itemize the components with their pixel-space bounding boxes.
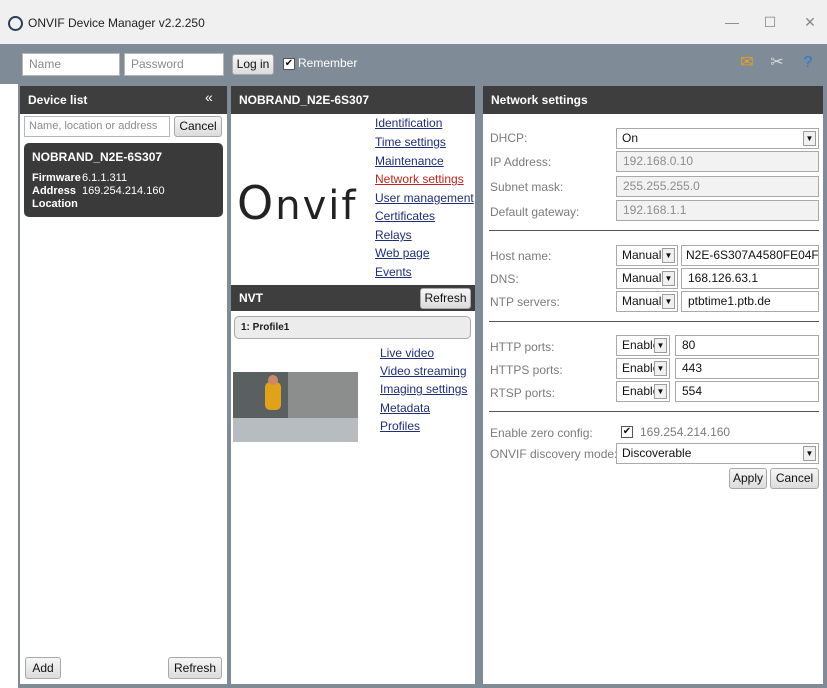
device-name: NOBRAND_N2E-6S307 xyxy=(32,150,163,164)
address-row: Address 169.254.214.160 xyxy=(32,185,165,197)
gateway-label: Default gateway: xyxy=(490,205,580,219)
location-row: Location xyxy=(32,198,78,210)
ntp-field[interactable]: ptbtime1.ptb.de xyxy=(681,291,819,312)
http-label: HTTP ports: xyxy=(490,340,555,354)
certificate-icon[interactable]: ✉ xyxy=(736,52,758,74)
minimize-button[interactable]: — xyxy=(720,12,744,32)
link-time-settings[interactable]: Time settings xyxy=(375,135,446,149)
tools-icon[interactable]: ✂ xyxy=(766,52,788,74)
http-port-field[interactable]: 80 xyxy=(675,335,819,356)
profile-row[interactable]: 1: Profile1 xyxy=(234,316,471,339)
discovery-label: ONVIF discovery mode: xyxy=(490,447,618,461)
help-icon[interactable]: ? xyxy=(797,52,819,74)
window-title: ONVIF Device Manager v2.2.250 xyxy=(28,16,205,30)
device-card[interactable]: NOBRAND_N2E-6S307 Firmware6.1.1.311 Addr… xyxy=(24,143,223,217)
link-metadata[interactable]: Metadata xyxy=(380,401,430,415)
dhcp-label: DHCP: xyxy=(490,131,528,145)
search-cancel-button[interactable]: Cancel xyxy=(174,116,222,137)
remember-label: Remember xyxy=(298,56,358,70)
nvt-refresh-button[interactable]: Refresh xyxy=(420,288,471,309)
link-video-streaming[interactable]: Video streaming xyxy=(380,364,467,378)
chevron-down-icon: ▼ xyxy=(654,338,667,353)
close-button[interactable]: ✕ xyxy=(798,12,822,32)
network-header: Network settings xyxy=(483,86,823,114)
divider xyxy=(489,321,819,322)
link-certificates[interactable]: Certificates xyxy=(375,209,435,223)
chevron-down-icon: ▼ xyxy=(662,294,675,309)
dns-label: DNS: xyxy=(490,272,519,286)
app-icon xyxy=(8,16,23,31)
link-web-page[interactable]: Web page xyxy=(375,246,430,260)
chevron-down-icon: ▼ xyxy=(654,384,667,399)
link-network-settings[interactable]: Network settings xyxy=(375,172,464,186)
zero-config-checkbox[interactable]: ✔ xyxy=(621,426,633,438)
discovery-mode-select[interactable]: Discoverable ▼ xyxy=(616,443,819,464)
onvif-logo: Onvif xyxy=(237,176,358,230)
gateway-field[interactable]: 192.168.1.1 xyxy=(616,200,819,221)
device-list-header: Device list xyxy=(20,86,227,114)
zero-config-label: Enable zero config: xyxy=(490,426,593,440)
firmware-row: Firmware6.1.1.311 xyxy=(32,172,128,184)
link-profiles[interactable]: Profiles xyxy=(380,419,420,433)
rtsp-mode-select[interactable]: Enable ▼ xyxy=(616,381,670,402)
link-maintenance[interactable]: Maintenance xyxy=(375,154,444,168)
password-field[interactable]: Password xyxy=(124,53,224,76)
host-label: Host name: xyxy=(490,249,552,263)
chevron-down-icon: ▼ xyxy=(654,361,667,376)
link-imaging-settings[interactable]: Imaging settings xyxy=(380,382,467,396)
chevron-down-icon: ▼ xyxy=(662,248,675,263)
subnet-mask-field[interactable]: 255.255.255.0 xyxy=(616,176,819,197)
subnet-label: Subnet mask: xyxy=(490,180,564,194)
ntp-mode-select[interactable]: Manual ▼ xyxy=(616,291,678,312)
maximize-button[interactable]: ☐ xyxy=(758,12,782,32)
name-field[interactable]: Name xyxy=(22,53,120,76)
title-bar: ONVIF Device Manager v2.2.250 — ☐ ✕ xyxy=(0,0,827,44)
add-device-button[interactable]: Add xyxy=(25,657,61,679)
link-user-management[interactable]: User management xyxy=(375,191,474,205)
link-live-video[interactable]: Live video xyxy=(380,346,434,360)
https-port-field[interactable]: 443 xyxy=(675,358,819,379)
collapse-icon[interactable]: « xyxy=(205,89,213,105)
chevron-down-icon: ▼ xyxy=(662,271,675,286)
rtsp-port-field[interactable]: 554 xyxy=(675,381,819,402)
apply-button[interactable]: Apply xyxy=(729,468,767,489)
ip-label: IP Address: xyxy=(490,155,552,169)
dns-mode-select[interactable]: Manual ▼ xyxy=(616,268,678,289)
ip-address-field[interactable]: 192.168.0.10 xyxy=(616,151,819,172)
device-search-input[interactable]: Name, location or address xyxy=(24,116,170,137)
ntp-label: NTP servers: xyxy=(490,295,560,309)
http-mode-select[interactable]: Enable ▼ xyxy=(616,335,670,356)
remember-checkbox[interactable]: ✔ xyxy=(283,58,295,70)
profile-thumbnail[interactable] xyxy=(233,372,358,442)
chevron-down-icon: ▼ xyxy=(803,131,816,146)
dhcp-select[interactable]: On ▼ xyxy=(616,128,819,149)
link-identification[interactable]: Identification xyxy=(375,116,442,130)
divider xyxy=(489,411,819,412)
nvt-title: NVT xyxy=(239,291,263,305)
https-mode-select[interactable]: Enable ▼ xyxy=(616,358,670,379)
rtsp-label: RTSP ports: xyxy=(490,386,555,400)
login-button[interactable]: Log in xyxy=(232,54,274,75)
chevron-down-icon: ▼ xyxy=(803,446,816,461)
device-panel-header: NOBRAND_N2E-6S307 xyxy=(231,86,475,114)
zero-config-address: 169.254.214.160 xyxy=(640,425,731,439)
link-events[interactable]: Events xyxy=(375,265,412,279)
https-label: HTTPS ports: xyxy=(490,363,563,377)
device-list-title: Device list xyxy=(28,93,88,107)
dns-field[interactable]: 168.126.63.1 xyxy=(681,268,819,289)
host-name-field[interactable]: N2E-6S307A4580FE04F09 xyxy=(681,245,819,266)
link-relays[interactable]: Relays xyxy=(375,228,412,242)
host-mode-select[interactable]: Manual ▼ xyxy=(616,245,678,266)
refresh-devices-button[interactable]: Refresh xyxy=(168,657,222,679)
divider xyxy=(489,230,819,231)
cancel-button[interactable]: Cancel xyxy=(770,468,819,489)
